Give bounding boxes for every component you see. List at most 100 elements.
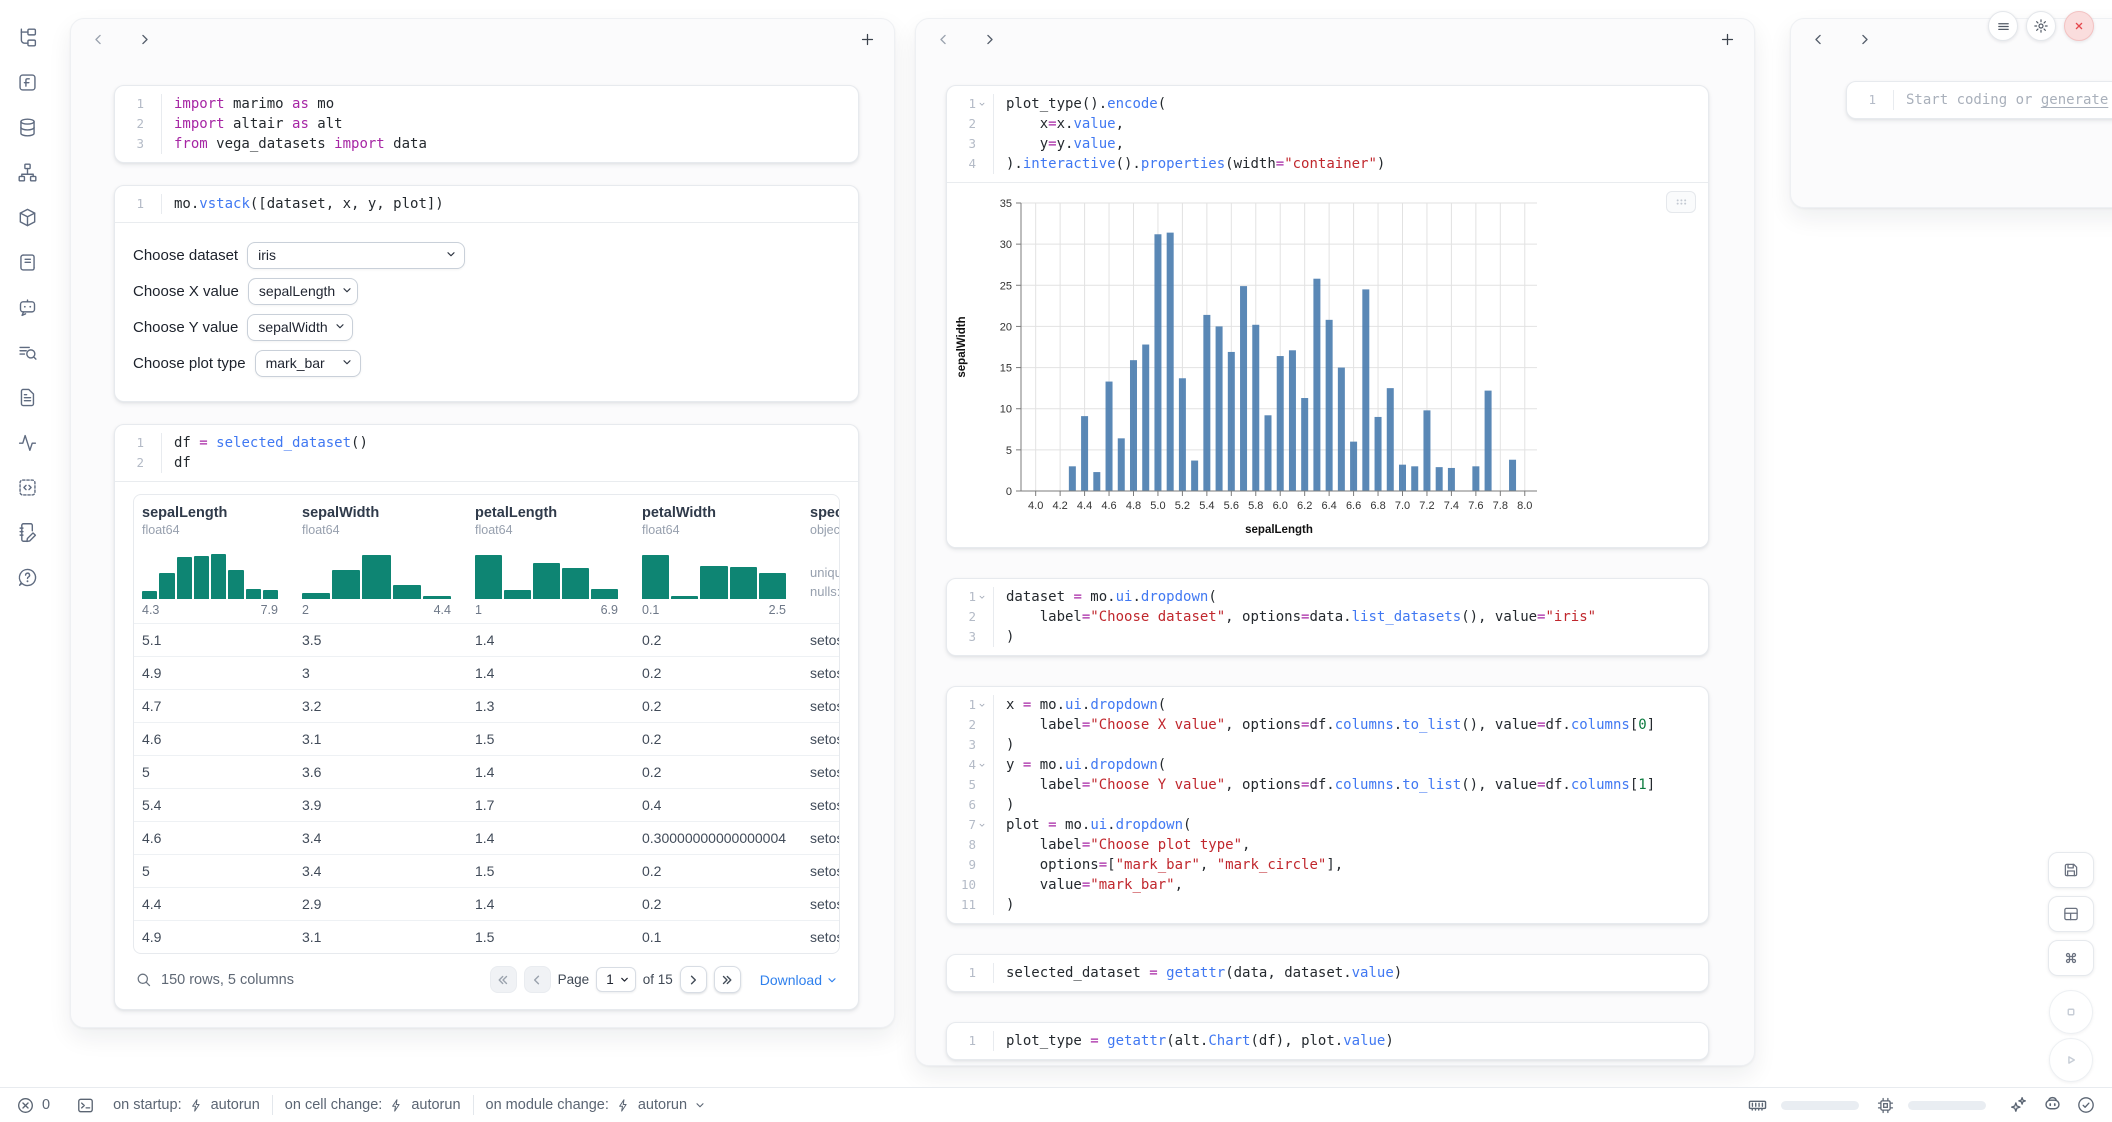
svg-text:5.6: 5.6 xyxy=(1224,500,1239,512)
autorun-setting[interactable]: on cell change:autorun xyxy=(285,1097,461,1113)
svg-text:35: 35 xyxy=(1000,198,1012,210)
autorun-setting[interactable]: on startup:autorun xyxy=(113,1097,260,1113)
search-icon[interactable] xyxy=(135,971,152,988)
code-line: 1dataset = mo.ui.dropdown( xyxy=(947,587,1708,607)
code-editor[interactable]: 1x = mo.ui.dropdown(2 label="Choose X va… xyxy=(947,687,1708,923)
settings-gear-button[interactable] xyxy=(2026,11,2056,41)
column-header[interactable]: sepalLengthfloat644.37.9 xyxy=(134,495,294,623)
cell-dataset-dropdown[interactable]: 1dataset = mo.ui.dropdown(2 label="Choos… xyxy=(946,578,1709,656)
code-line: 2 label="Choose dataset", options=data.l… xyxy=(947,607,1708,627)
panel-prev-button[interactable] xyxy=(1807,28,1829,50)
code-editor[interactable]: 1plot_type().encode(2 x=x.value,3 y=y.va… xyxy=(947,86,1708,182)
column-histogram xyxy=(642,547,802,599)
panel-prev-button[interactable] xyxy=(87,28,109,50)
cell-plot-type[interactable]: 1plot_type = getattr(alt.Chart(df), plot… xyxy=(946,1022,1709,1060)
file-tree-icon[interactable] xyxy=(12,22,42,52)
package-icon[interactable] xyxy=(12,202,42,232)
layout-button[interactable] xyxy=(2048,896,2094,932)
code-editor[interactable]: 1dataset = mo.ui.dropdown(2 label="Choos… xyxy=(947,579,1708,655)
table-row[interactable]: 4.42.91.40.2setosa xyxy=(134,887,839,920)
table-row[interactable]: 53.41.50.2setosa xyxy=(134,854,839,887)
table-row[interactable]: 4.93.11.50.1setosa xyxy=(134,920,839,953)
code-line: 7plot = mo.ui.dropdown( xyxy=(947,815,1708,835)
scroll-icon[interactable] xyxy=(12,247,42,277)
choose-dataset-select[interactable]: iris xyxy=(247,242,465,269)
panel-next-button[interactable] xyxy=(978,28,1000,50)
sitemap-icon[interactable] xyxy=(12,157,42,187)
svg-text:5.4: 5.4 xyxy=(1199,500,1214,512)
page-select[interactable]: 1 xyxy=(596,967,636,992)
copilot-button[interactable] xyxy=(2042,1095,2063,1116)
notebook-edit-icon[interactable] xyxy=(12,517,42,547)
code-line: 2 x=x.value, xyxy=(947,114,1708,134)
prev-page-button[interactable] xyxy=(524,966,551,993)
code-editor[interactable]: 1import marimo as mo2import altair as al… xyxy=(115,86,858,162)
list-search-icon[interactable] xyxy=(12,337,42,367)
terminal-button[interactable] xyxy=(76,1096,95,1115)
menu-button[interactable] xyxy=(1988,11,2018,41)
column-header[interactable]: speciesobjectunique:nulls: xyxy=(802,495,840,623)
last-page-button[interactable] xyxy=(714,966,741,993)
choose-plot-type-select[interactable]: mark_bar xyxy=(255,350,361,377)
help-icon[interactable] xyxy=(12,562,42,592)
add-cell-button[interactable] xyxy=(856,28,878,50)
svg-text:4.8: 4.8 xyxy=(1126,500,1141,512)
next-page-button[interactable] xyxy=(680,966,707,993)
database-icon[interactable] xyxy=(12,112,42,142)
cell-scratch[interactable]: 1 Start coding or generate with xyxy=(1846,81,2112,119)
activity-icon[interactable] xyxy=(12,427,42,457)
column-header[interactable]: sepalWidthfloat6424.4 xyxy=(294,495,467,623)
svg-text:5.2: 5.2 xyxy=(1175,500,1190,512)
save-button[interactable] xyxy=(2048,852,2094,888)
cell-selected-dataset[interactable]: 1selected_dataset = getattr(data, datase… xyxy=(946,954,1709,992)
function-square-icon[interactable] xyxy=(12,67,42,97)
add-cell-button[interactable] xyxy=(1716,28,1738,50)
stop-button[interactable] xyxy=(2049,990,2093,1034)
panel-prev-button[interactable] xyxy=(932,28,954,50)
table-row[interactable]: 4.63.41.40.30000000000000004setosa xyxy=(134,821,839,854)
cell-imports[interactable]: 1import marimo as mo2import altair as al… xyxy=(114,85,859,163)
document-icon[interactable] xyxy=(12,382,42,412)
code-line: 8 label="Choose plot type", xyxy=(947,835,1708,855)
code-editor[interactable]: 1df = selected_dataset()2df xyxy=(115,425,858,481)
svg-text:7.0: 7.0 xyxy=(1395,500,1410,512)
table-row[interactable]: 4.931.40.2setosa xyxy=(134,656,839,689)
column-header[interactable]: petalLengthfloat6416.9 xyxy=(467,495,634,623)
run-button[interactable] xyxy=(2049,1038,2093,1082)
first-page-button[interactable] xyxy=(490,966,517,993)
command-palette-button[interactable] xyxy=(2048,940,2094,976)
output-drag-handle[interactable] xyxy=(1666,191,1696,213)
error-count[interactable]: 0 xyxy=(16,1096,50,1115)
table-row[interactable]: 4.63.11.50.2setosa xyxy=(134,722,839,755)
choose-x-value-select[interactable]: sepalLength xyxy=(248,278,358,305)
icon-rail xyxy=(0,0,54,1087)
cell-vstack[interactable]: 1mo.vstack([dataset, x, y, plot]) Choose… xyxy=(114,185,859,402)
bot-chat-icon[interactable] xyxy=(12,292,42,322)
svg-text:5.8: 5.8 xyxy=(1248,500,1263,512)
table-row[interactable]: 53.61.40.2setosa xyxy=(134,755,839,788)
code-editor[interactable]: 1mo.vstack([dataset, x, y, plot]) xyxy=(115,186,858,222)
code-snippet-icon[interactable] xyxy=(12,472,42,502)
panel-next-button[interactable] xyxy=(133,28,155,50)
code-editor[interactable]: 1selected_dataset = getattr(data, datase… xyxy=(947,955,1708,991)
panel-next-button[interactable] xyxy=(1853,28,1875,50)
download-button[interactable]: Download xyxy=(760,972,838,988)
cell-xy-plot-dropdowns[interactable]: 1x = mo.ui.dropdown(2 label="Choose X va… xyxy=(946,686,1709,924)
cell-plot-code[interactable]: 1plot_type().encode(2 x=x.value,3 y=y.va… xyxy=(946,85,1709,548)
cell-df-table[interactable]: 1df = selected_dataset()2df sepalLengthf… xyxy=(114,424,859,1010)
table-row[interactable]: 4.73.21.30.2setosa xyxy=(134,689,839,722)
column-header[interactable]: petalWidthfloat640.12.5 xyxy=(634,495,802,623)
ai-sparkles-button[interactable] xyxy=(2009,1095,2029,1115)
generate-link[interactable]: generate xyxy=(2041,92,2108,108)
table-row[interactable]: 5.43.91.70.4setosa xyxy=(134,788,839,821)
notebook-column-right: 1 Start coding or generate with xyxy=(1790,18,2112,208)
svg-text:4.6: 4.6 xyxy=(1101,500,1116,512)
close-button[interactable] xyxy=(2064,11,2094,41)
connection-status-button[interactable] xyxy=(2076,1095,2096,1115)
code-line: 10 value="mark_bar", xyxy=(947,875,1708,895)
autorun-setting[interactable]: on module change:autorun xyxy=(486,1097,707,1113)
table-row[interactable]: 5.13.51.40.2setosa xyxy=(134,623,839,656)
choose-y-value-select[interactable]: sepalWidth xyxy=(247,314,353,341)
code-editor[interactable]: 1plot_type = getattr(alt.Chart(df), plot… xyxy=(947,1023,1708,1059)
code-editor[interactable]: 1 Start coding or generate with xyxy=(1847,82,2112,118)
